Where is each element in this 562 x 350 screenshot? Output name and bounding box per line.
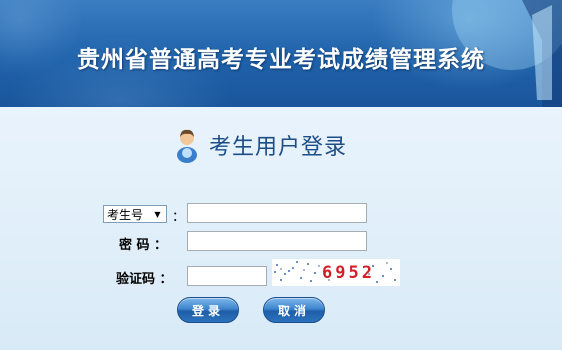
- password-label: 密 码 ：: [119, 238, 168, 253]
- system-title: 贵州省普通高考专业考试成绩管理系统: [77, 47, 485, 73]
- captcha-image[interactable]: 6952: [272, 259, 400, 286]
- id-type-selected: 考生号: [107, 207, 144, 222]
- captcha-input[interactable]: [187, 266, 267, 286]
- login-button[interactable]: 登录: [177, 297, 239, 323]
- user-icon: [177, 129, 197, 163]
- captcha-label: 验证码 ：: [116, 272, 173, 287]
- id-colon: ：: [172, 210, 186, 225]
- login-heading-text: 考生用户登录: [209, 135, 348, 160]
- header-banner: 贵州省普通高考专业考试成绩管理系统: [0, 0, 562, 107]
- cancel-button[interactable]: 取消: [263, 297, 325, 323]
- login-heading: 考生用户登录: [175, 125, 347, 165]
- id-type-select[interactable]: 考生号 ▼: [103, 205, 167, 223]
- password-input[interactable]: [187, 231, 367, 251]
- chevron-down-icon[interactable]: ▼: [151, 208, 164, 220]
- captcha-code: 6952: [322, 263, 375, 283]
- id-input[interactable]: [187, 203, 367, 223]
